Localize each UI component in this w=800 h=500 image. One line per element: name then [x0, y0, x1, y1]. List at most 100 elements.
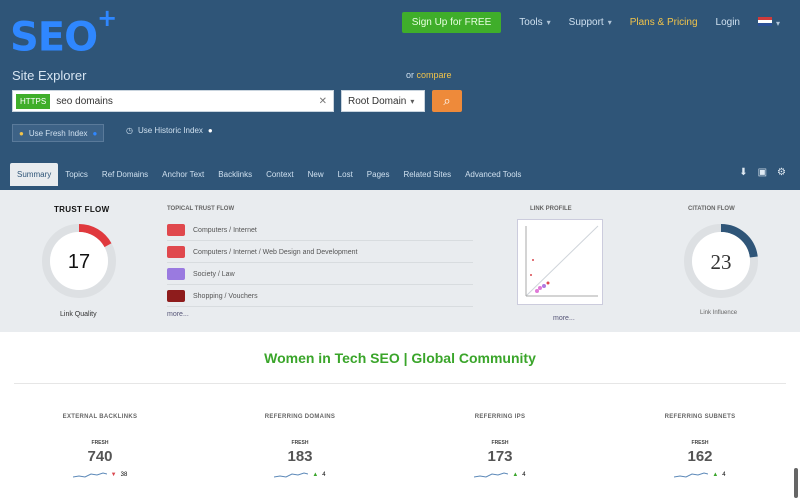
search-button[interactable]: ⌕	[432, 90, 462, 112]
citation-flow-value: 23	[711, 250, 732, 274]
stat-label: EXTERNAL BACKLINKS	[62, 414, 138, 420]
fresh-index-toggle[interactable]: ● Use Fresh Index ●	[12, 124, 105, 142]
compare-link[interactable]: compare	[417, 70, 452, 80]
nav-tools[interactable]: Tools ▾	[519, 17, 550, 28]
chevron-down-icon: ▾	[775, 18, 780, 28]
scope-select[interactable]: Root Domain ▾	[341, 90, 425, 112]
tab-ref-domains[interactable]: Ref Domains	[95, 163, 155, 186]
protocol-tag[interactable]: HTTPS	[16, 93, 51, 109]
stat-trend: ▼ 38	[40, 471, 160, 479]
tab-new[interactable]: New	[301, 163, 331, 186]
bulb-icon: ●	[19, 128, 24, 138]
page-title: Site Explorer	[12, 68, 87, 83]
trend-arrow-icon: ▲	[712, 472, 719, 478]
clear-icon[interactable]: ✕	[319, 96, 327, 107]
citation-flow-subtitle: Link Influence	[700, 310, 738, 316]
bookmark-icon[interactable]: ▣	[758, 167, 767, 178]
settings-icon[interactable]: ⚙	[777, 167, 786, 178]
tab-context[interactable]: Context	[259, 163, 301, 186]
tab-related-sites[interactable]: Related Sites	[396, 163, 458, 186]
tab-topics[interactable]: Topics	[58, 163, 95, 186]
topic-swatch	[167, 268, 185, 280]
signup-button[interactable]: Sign Up for FREE	[401, 12, 502, 33]
topic-label: Shopping / Vouchers	[193, 292, 258, 300]
tab-advanced-tools[interactable]: Advanced Tools	[458, 163, 528, 186]
sparkline	[72, 472, 107, 478]
stat-card: REFERRING DOMAINS FRESH 183 ▲ 4	[240, 414, 360, 479]
sparkline	[474, 472, 509, 478]
nav-support[interactable]: Support ▾	[569, 17, 612, 28]
info-icon: ●	[92, 128, 98, 138]
historic-index-toggle[interactable]: ◷ Use Historic Index ●	[126, 126, 213, 135]
link-profile-title: LINK PROFILE	[530, 206, 572, 212]
stat-value: 183	[287, 448, 313, 465]
stat-card: REFERRING IPS FRESH 173 ▲ 4	[440, 414, 560, 479]
stat-value: 162	[687, 448, 713, 465]
trust-flow-value: 17	[68, 251, 90, 273]
site-title-heading: Women in Tech SEO | Global Community	[264, 350, 536, 366]
topical-row[interactable]: Computers / Internet	[167, 220, 473, 241]
search-icon: ⌕	[443, 93, 451, 108]
topical-trust-flow-title: TOPICAL TRUST FLOW	[167, 206, 235, 212]
topical-more-link[interactable]: more...	[167, 311, 189, 318]
link-profile-more-link[interactable]: more...	[553, 315, 575, 322]
scrollbar[interactable]	[794, 468, 798, 498]
stat-fresh-label: FRESH	[491, 440, 509, 446]
download-icon[interactable]: ⬇	[739, 167, 747, 178]
topic-swatch	[167, 224, 185, 236]
stat-label: REFERRING IPS	[474, 414, 526, 420]
tab-lost[interactable]: Lost	[331, 163, 360, 186]
info-icon: ●	[207, 126, 213, 135]
trust-flow-gauge: 17	[42, 224, 116, 298]
topic-swatch	[167, 246, 185, 258]
tab-backlinks[interactable]: Backlinks	[211, 163, 259, 186]
language-selector[interactable]: ▾	[757, 16, 780, 29]
citation-flow-gauge: 23	[684, 224, 758, 298]
stat-fresh-label: FRESH	[91, 440, 109, 446]
stat-value: 173	[487, 448, 513, 465]
link-profile-chart	[517, 219, 603, 305]
topical-row[interactable]: Computers / Internet / Web Design and De…	[167, 242, 473, 263]
stat-delta: 38	[120, 472, 128, 478]
topic-label: Computers / Internet	[193, 226, 257, 234]
tab-summary[interactable]: Summary	[10, 163, 59, 186]
stat-card: REFERRING SUBNETS FRESH 162 ▲ 4	[640, 414, 760, 479]
stat-trend: ▲ 4	[440, 471, 560, 479]
search-input[interactable]: HTTPS seo domains ✕	[12, 90, 334, 112]
stat-trend: ▲ 4	[640, 471, 760, 479]
stat-delta: 4	[522, 472, 526, 478]
topic-swatch	[167, 290, 185, 302]
search-value[interactable]: seo domains	[56, 96, 318, 107]
stat-delta: 4	[322, 472, 326, 478]
nav-login[interactable]: Login	[716, 17, 740, 28]
seo-logo[interactable]: SEO+	[10, 4, 117, 60]
chevron-down-icon: ▾	[410, 96, 415, 106]
trust-flow-title: TRUST FLOW	[54, 205, 110, 214]
topic-label: Society / Law	[193, 270, 235, 278]
flag-icon	[757, 16, 772, 26]
topic-label: Computers / Internet / Web Design and De…	[193, 248, 358, 256]
sparkline	[674, 472, 709, 478]
tab-pages[interactable]: Pages	[360, 163, 397, 186]
divider	[14, 383, 786, 384]
tab-anchor-text[interactable]: Anchor Text	[155, 163, 211, 186]
citation-flow-title: CITATION FLOW	[688, 206, 735, 212]
stat-label: REFERRING DOMAINS	[264, 414, 336, 420]
sparkline	[274, 472, 309, 478]
chevron-down-icon: ▾	[607, 18, 612, 27]
topical-row[interactable]: Society / Law	[167, 264, 473, 285]
clock-icon: ◷	[126, 126, 133, 135]
tab-bar: Summary Topics Ref Domains Anchor Text Backl…	[10, 163, 528, 186]
nav-pricing[interactable]: Plans & Pricing	[630, 17, 698, 28]
topical-row[interactable]: Shopping / Vouchers	[167, 286, 473, 307]
trust-flow-subtitle: Link Quality	[60, 311, 97, 318]
tab-tools: ⬇ ▣ ⚙	[739, 167, 786, 178]
trend-arrow-icon: ▼	[110, 472, 117, 478]
compare-link-wrapper: or compare	[406, 70, 452, 80]
top-nav: Sign Up for FREE Tools ▾ Support ▾ Plans &…	[401, 12, 780, 33]
stat-delta: 4	[722, 472, 726, 478]
stat-fresh-label: FRESH	[691, 440, 709, 446]
stat-value: 740	[87, 448, 113, 465]
stat-fresh-label: FRESH	[291, 440, 309, 446]
stat-trend: ▲ 4	[240, 471, 360, 479]
